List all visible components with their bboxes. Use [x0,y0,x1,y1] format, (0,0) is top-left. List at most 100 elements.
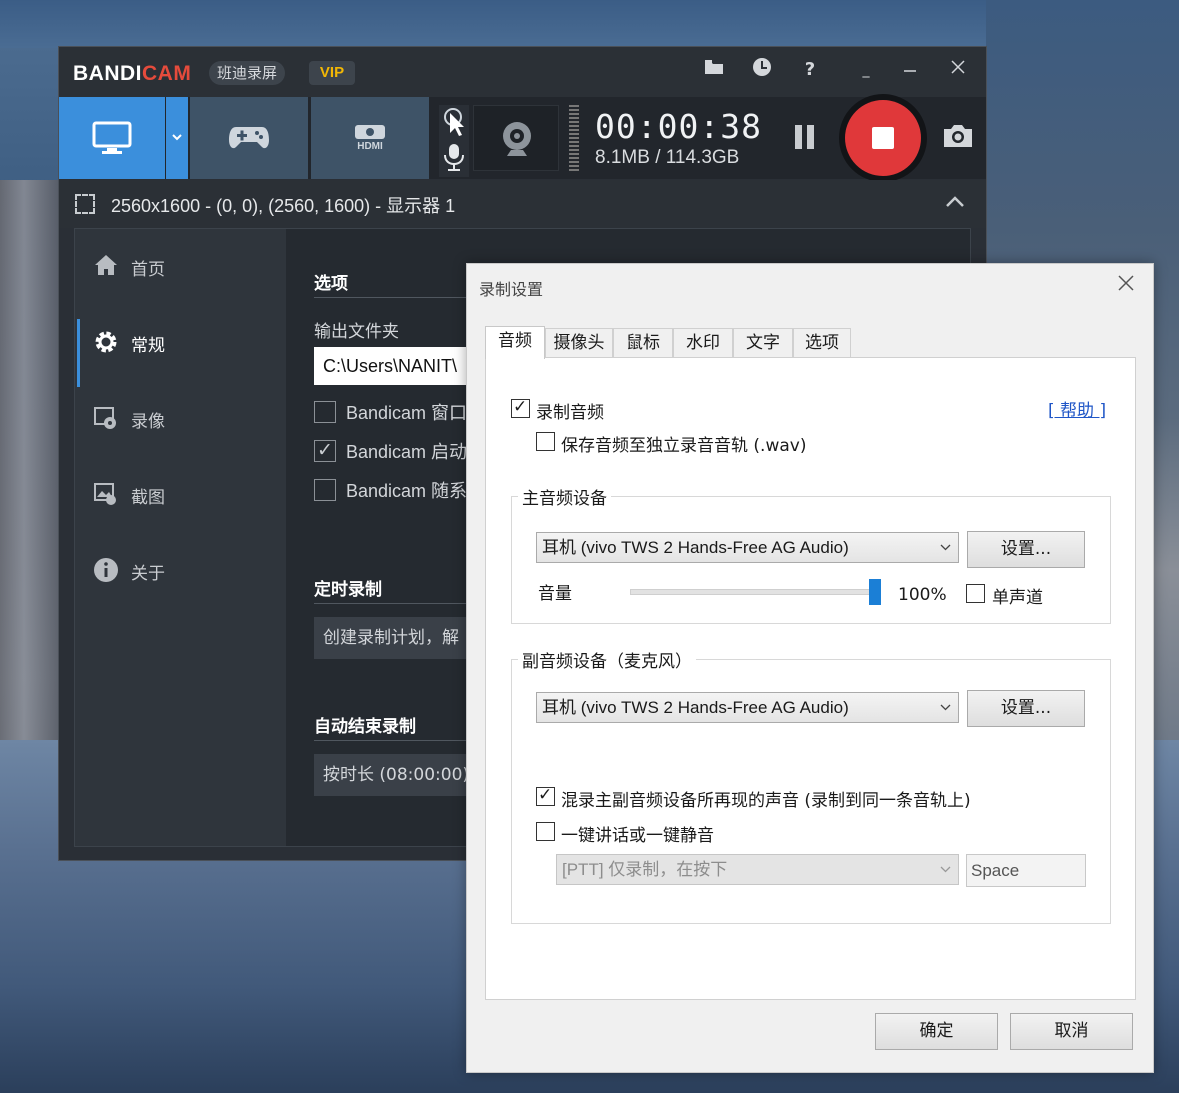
webcam-icon [503,122,531,156]
volume-slider-thumb[interactable] [869,579,881,605]
dialog-title: 录制设置 [479,280,544,299]
cancel-button[interactable]: 取消 [1010,1013,1133,1050]
bandicam-titlebar[interactable]: BANDICAM 班迪录屏 VIP ? _ [59,47,986,97]
schedule-field[interactable]: 创建录制计划，解 [314,617,484,659]
sidebar-item-about[interactable]: 关于 [75,543,285,599]
mono-checkbox[interactable] [966,584,985,603]
video-icon [93,405,119,431]
capture-area-bar[interactable]: 2560x1600 - (0, 0), (2560, 1600) - 显示器 1 [59,180,986,228]
recording-timer: 00:00:38 [595,107,762,146]
mode-toolbar: HDMI 00:00:38 8.1MB / 114.3GB [59,94,986,182]
tab-watermark[interactable]: 水印 [673,328,733,358]
recording-settings-dialog: 录制设置 音频 摄像头 鼠标 水印 文字 选项 录制音频 [ 帮助 ] 保存音频… [466,263,1154,1073]
ptt-mode-select[interactable]: [PTT] 仅录制，在按下 [556,854,959,885]
ok-button[interactable]: 确定 [875,1013,998,1050]
microphone-icon [444,144,464,171]
stop-record-button[interactable] [845,100,921,176]
bandicam-logo: BANDICAM [73,62,192,85]
option-checkbox-row[interactable]: Bandicam 启动 [314,438,467,464]
gamepad-icon [229,127,269,149]
gear-icon [93,329,119,355]
sidebar-item-screenshot[interactable]: 截图 [75,467,285,523]
sidebar-item-label: 关于 [131,564,165,584]
option-checkbox-row[interactable]: Bandicam 窗口 [314,399,467,425]
pause-icon [795,125,802,149]
push-to-talk-checkbox[interactable] [536,822,555,841]
output-folder-label: 输出文件夹 [314,322,399,342]
output-folder-input[interactable]: C:\Users\NANIT\ [314,347,474,385]
tab-options[interactable]: 选项 [793,328,851,358]
help-link[interactable]: [ 帮助 ] [1048,396,1106,421]
record-audio-label: 录制音频 [536,403,604,423]
primary-device-select[interactable]: 耳机 (vivo TWS 2 Hands-Free AG Audio) [536,532,959,563]
camera-icon [944,125,972,147]
secondary-settings-button[interactable]: 设置... [967,690,1085,727]
device-record-mode-button[interactable]: HDMI [311,97,429,179]
pause-button[interactable] [789,123,819,153]
ptt-hotkey-input[interactable]: Space [966,854,1086,887]
screen-mode-dropdown[interactable] [166,97,188,179]
close-icon[interactable] [1117,273,1135,298]
folder-icon[interactable] [701,57,727,83]
help-icon[interactable]: ? [797,57,823,83]
options-section-title: 选项 [314,274,348,294]
checkbox[interactable] [314,479,336,502]
file-size-readout: 8.1MB / 114.3GB [595,147,740,168]
schedule-section-title: 定时录制 [314,580,382,600]
home-icon [93,253,119,279]
screenshot-button[interactable] [941,121,975,155]
tab-audio[interactable]: 音频 [485,326,545,359]
mono-label: 单声道 [992,588,1043,608]
clock-icon[interactable] [749,57,775,83]
primary-audio-group: 主音频设备 耳机 (vivo TWS 2 Hands-Free AG Audio… [511,484,1111,624]
mix-audio-label: 混录主副音频设备所再现的声音 (录制到同一条音轨上) [561,791,971,811]
autostop-section-title: 自动结束录制 [314,717,416,737]
bandicam-logo-cn: 班迪录屏 [209,61,286,85]
audio-level-meter [569,105,579,171]
image-icon [93,481,119,507]
vip-badge[interactable]: VIP [309,61,355,85]
microphone-button[interactable] [439,141,469,177]
screen-record-mode-button[interactable] [59,97,165,179]
cursor-effect-button[interactable] [439,105,469,141]
sidebar-item-home[interactable]: 首页 [75,239,285,295]
volume-label: 音量 [538,584,572,604]
option-checkbox-row[interactable]: Bandicam 随系 [314,477,467,503]
chevron-down-icon [172,134,182,141]
game-record-mode-button[interactable] [190,97,308,179]
checkbox[interactable] [314,401,336,424]
chevron-down-icon [940,693,951,722]
secondary-audio-group: 副音频设备（麦克风） 耳机 (vivo TWS 2 Hands-Free AG … [511,647,1111,924]
monitor-icon [92,121,132,154]
autostop-field[interactable]: 按时长 (08:00:00) [314,754,484,796]
audio-settings-panel: 录制音频 [ 帮助 ] 保存音频至独立录音音轨 (.wav) 主音频设备 耳机 … [485,357,1136,1000]
capture-area-text: 2560x1600 - (0, 0), (2560, 1600) - 显示器 1 [111,196,456,216]
record-audio-checkbox[interactable] [511,397,530,418]
tab-text[interactable]: 文字 [733,328,793,358]
tab-webcam[interactable]: 摄像头 [545,328,613,358]
volume-value: 100% [898,585,947,605]
sidebar-item-label: 首页 [131,260,165,280]
minimize-to-tray-icon[interactable]: _ [853,57,879,83]
mix-audio-checkbox[interactable] [536,785,555,806]
chevron-down-icon [940,533,951,562]
sidebar-item-label: 常规 [131,336,165,356]
primary-settings-button[interactable]: 设置... [967,531,1085,568]
close-icon[interactable] [945,57,971,83]
minimize-icon[interactable] [897,57,923,83]
cursor-click-icon [444,108,464,136]
separate-track-checkbox[interactable] [536,432,555,451]
sidebar-item-general[interactable]: 常规 [75,315,285,387]
webcam-toggle-button[interactable] [473,105,559,171]
sidebar-item-label: 录像 [131,412,165,432]
secondary-device-select[interactable]: 耳机 (vivo TWS 2 Hands-Free AG Audio) [536,692,959,723]
volume-slider-track[interactable] [630,589,880,595]
chevron-up-icon[interactable] [945,190,965,214]
capture-area-icon [75,194,95,214]
info-icon [93,557,119,583]
sidebar-item-video[interactable]: 录像 [75,391,285,447]
checkbox[interactable] [314,439,336,463]
tab-mouse[interactable]: 鼠标 [613,328,673,358]
secondary-audio-group-title: 副音频设备（麦克风） [518,647,696,672]
hdmi-label: HDMI [357,141,383,152]
